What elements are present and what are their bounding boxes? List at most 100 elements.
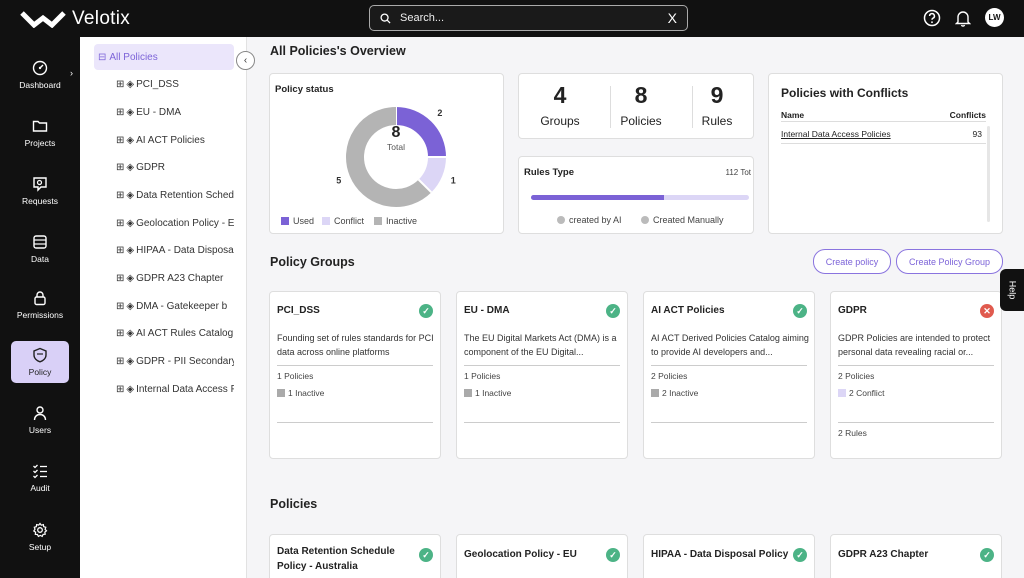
card-divider (277, 365, 433, 366)
group-card-title: EU - DMA (464, 305, 510, 316)
nav-item-policy[interactable]: Policy (11, 341, 69, 383)
policy-group-card[interactable]: PCI_DSS ✓ Founding set of rules standard… (269, 291, 441, 459)
app-logo[interactable]: Velotix (20, 8, 130, 30)
tree-item[interactable]: ⊞ ◈ AI ACT Rules Catalog (116, 328, 234, 339)
layers-icon: ◈ (126, 190, 135, 201)
rules-type-bar-ai-fill (531, 195, 664, 200)
policy-tree: ⊟ All Policies ⊞ ◈ PCI_DSS ⊞ ◈ EU - DMA ⊞ ◈ AI… (80, 37, 247, 578)
tree-item-label: EU - DMA (136, 107, 182, 118)
expand-square-icon: ⊞ (116, 107, 125, 118)
tree-item[interactable]: ⊞ ◈ EU - DMA (116, 107, 234, 118)
search-box[interactable]: X (369, 5, 688, 31)
donut-slice-conflict (418, 156, 446, 193)
donut-total: 8 (391, 124, 401, 141)
app-name: Velotix (72, 8, 131, 29)
stats-card: 4 Groups 8 Policies 9 Rules (518, 73, 754, 139)
nav-item-requests[interactable]: Requests (11, 170, 69, 212)
tree-item[interactable]: ⊞ ◈ GDPR A23 Chapter (116, 273, 234, 284)
tree-item[interactable]: ⊞ ◈ GDPR - PII Secondary (116, 356, 234, 367)
stat-groups: 4 Groups (523, 82, 597, 128)
status-swatch (651, 389, 659, 397)
nav-item-audit[interactable]: Audit (11, 457, 69, 499)
gear-icon (32, 522, 48, 538)
help-tab[interactable]: Help (1000, 269, 1024, 311)
donut-center: 8 Total (270, 124, 522, 152)
conflicts-scrollbar[interactable] (987, 126, 990, 222)
legend-swatch-conflict (322, 217, 330, 225)
legend-label: Used (293, 216, 315, 226)
stat-policies: 8 Policies (604, 82, 678, 128)
bell-icon[interactable] (955, 9, 971, 27)
nav-item-users[interactable]: Users (11, 399, 69, 441)
stat-label: Policies (620, 114, 662, 128)
tree-item[interactable]: ⊞ ◈ PCI_DSS (116, 79, 234, 90)
policy-card[interactable]: HIPAA - Data Disposal Policy ✓ (643, 534, 815, 578)
stat-number: 8 (634, 82, 648, 108)
stat-label: Rules (701, 114, 733, 128)
user-avatar[interactable]: LW (985, 8, 1004, 27)
donut-label-inactive: 5 (336, 176, 341, 186)
tree-item[interactable]: ⊞ ◈ GDPR (116, 162, 234, 173)
policy-card-title: HIPAA - Data Disposal Policy (651, 549, 789, 560)
nav-item-dashboard[interactable]: Dashboard (11, 54, 69, 96)
tree-item-label: Internal Data Access Policies (136, 384, 234, 395)
nav-item-projects[interactable]: Projects (11, 112, 69, 154)
status-swatch (277, 389, 285, 397)
search-input[interactable] (400, 12, 668, 24)
tree-item[interactable]: ⊞◈Data Retention Schedule Policy - Austr… (116, 190, 234, 201)
create-policy-button[interactable]: Create policy (813, 249, 891, 274)
help-circle-icon[interactable] (923, 9, 941, 27)
policy-card[interactable]: GDPR A23 Chapter ✓ (830, 534, 1002, 578)
status-label: 2 Inactive (662, 388, 699, 398)
chevron-left-icon: ‹ (243, 55, 248, 66)
tree-item-label: HIPAA - Data Disposal Policy (136, 245, 234, 256)
create-policy-group-button[interactable]: Create Policy Group (896, 249, 1003, 274)
nav-label: Dashboard (19, 80, 61, 90)
layers-icon: ◈ (126, 107, 135, 118)
policy-card[interactable]: Data Retention Schedule Policy - Austral… (269, 534, 441, 578)
group-card-title: PCI_DSS (277, 305, 320, 316)
tree-item[interactable]: ⊞ ◈ Geolocation Policy - EU (116, 218, 234, 229)
expand-square-icon: ⊞ (116, 79, 125, 90)
policy-group-card[interactable]: AI ACT Policies ✓ AI ACT Derived Policie… (643, 291, 815, 459)
policy-group-card[interactable]: GDPR ✕ GDPR Policies are intended to pro… (830, 291, 1002, 459)
status-swatch (838, 389, 846, 397)
layers-icon: ◈ (126, 218, 135, 229)
card-divider (464, 365, 620, 366)
legend-swatch-inactive (374, 217, 382, 225)
nav-label: Setup (28, 542, 52, 552)
legend-label: Inactive (386, 216, 418, 226)
policy-card[interactable]: Geolocation Policy - EU ✓ (456, 534, 628, 578)
nav-label: Requests (22, 196, 58, 206)
tree-item[interactable]: ⊞◈HIPAA - Data Disposal Policy (116, 245, 234, 256)
legend-swatch-used (281, 217, 289, 225)
expand-square-icon: ⊞ (116, 273, 125, 284)
legend-label: Created Manually (653, 215, 724, 225)
conflicts-card: Policies with Conflicts Name Conflicts I… (768, 73, 1003, 234)
group-card-rules: 2 Rules (838, 428, 867, 438)
layers-icon: ◈ (126, 356, 135, 367)
help-label: Help (1006, 280, 1017, 300)
card-divider (651, 365, 807, 366)
clear-search-icon[interactable]: X (668, 10, 677, 26)
check-circle-icon: ✓ (793, 548, 807, 562)
nav-item-setup[interactable]: Setup (11, 516, 69, 558)
conflict-row-name[interactable]: Internal Data Access Policies (781, 129, 891, 139)
tree-item[interactable]: ⊞ ◈ AI ACT Policies (116, 135, 234, 146)
policy-status-card: Policy status 215 8 Total Used Conflict … (269, 73, 504, 234)
check-circle-icon: ✓ (980, 548, 994, 562)
tree-item[interactable]: ⊞◈Internal Data Access Policies (116, 384, 234, 395)
top-icons: LW (923, 8, 1004, 27)
table-divider (781, 121, 986, 122)
requests-icon (33, 177, 47, 192)
group-card-description: GDPR Policies are intended to protect pe… (838, 333, 991, 357)
layers-icon: ◈ (126, 162, 135, 173)
checklist-icon (33, 464, 47, 479)
tree-root-all-policies[interactable]: ⊟ All Policies (94, 44, 234, 70)
rules-type-total: 112 Tot (725, 168, 751, 177)
nav-item-permissions[interactable]: Permissions (11, 284, 69, 326)
group-card-count: 2 Policies (838, 371, 875, 381)
policy-group-card[interactable]: EU - DMA ✓ The EU Digital Markets Act (D… (456, 291, 628, 459)
tree-item[interactable]: ⊞ ◈ DMA - Gatekeeper b (116, 301, 234, 312)
nav-item-data[interactable]: Data (11, 228, 69, 270)
